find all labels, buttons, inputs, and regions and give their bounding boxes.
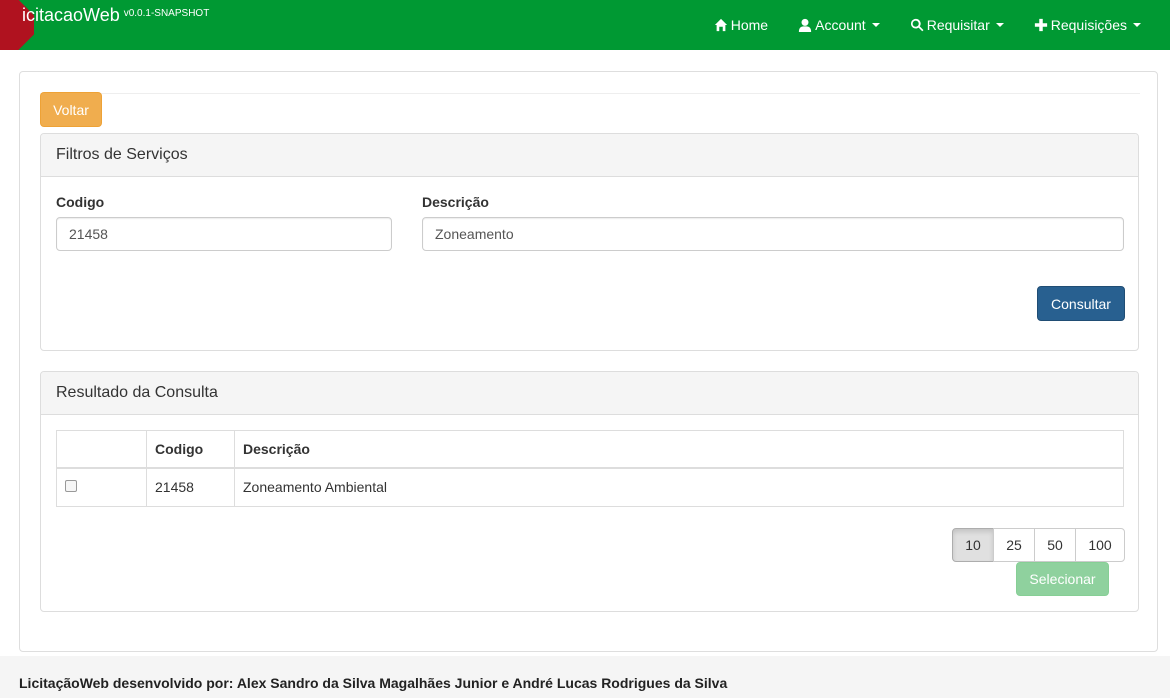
nav-home-label: Home	[730, 17, 769, 33]
results-table: Codigo Descrição 21458 Zoneamento Ambien…	[56, 430, 1124, 507]
row-select-cell	[56, 467, 147, 507]
nav-menu: Home Account Requisitar Requisições	[699, 0, 1156, 50]
nav-requisitar-label: Requisitar	[926, 17, 990, 33]
page-size-50[interactable]: 50	[1034, 528, 1076, 562]
plus-icon	[1034, 18, 1047, 32]
codigo-input[interactable]	[56, 217, 392, 251]
resultado-panel-title: Resultado da Consulta	[41, 372, 1138, 415]
chevron-down-icon	[995, 23, 1004, 27]
table-header-row: Codigo Descrição	[56, 430, 1124, 469]
consultar-button[interactable]: Consultar	[1037, 286, 1125, 321]
row-checkbox[interactable]	[65, 480, 77, 493]
resultado-panel: Resultado da Consulta Codigo Descrição 2…	[40, 371, 1139, 612]
page-size-10[interactable]: 10	[952, 528, 994, 562]
chevron-down-icon	[871, 23, 880, 27]
nav-requisicoes-label: Requisições	[1050, 17, 1127, 33]
codigo-label: Codigo	[56, 194, 105, 210]
page-size-selector: 10 25 50 100	[952, 528, 1125, 562]
row-descricao: Zoneamento Ambiental	[234, 467, 1124, 507]
brand-name[interactable]: icitacaoWeb	[22, 5, 120, 25]
nav-requisicoes[interactable]: Requisições	[1019, 0, 1156, 50]
selecionar-button[interactable]: Selecionar	[1016, 562, 1109, 596]
nav-account-label: Account	[815, 17, 866, 33]
brand-version: v0.0.1-SNAPSHOT	[123, 8, 210, 19]
descricao-label: Descrição	[422, 194, 489, 210]
column-header-codigo[interactable]: Codigo	[146, 430, 235, 469]
footer: LicitaçãoWeb desenvolvido por: Alex Sand…	[0, 656, 1170, 698]
nav-requisitar[interactable]: Requisitar	[895, 0, 1019, 50]
voltar-button[interactable]: Voltar	[40, 92, 102, 127]
page-size-25[interactable]: 25	[993, 528, 1035, 562]
search-icon	[910, 18, 924, 32]
home-icon	[714, 18, 727, 32]
nav-account[interactable]: Account	[783, 0, 895, 50]
column-header-select	[56, 430, 147, 469]
brand[interactable]: icitacaoWeb v0.0.1-SNAPSHOT	[22, 5, 209, 26]
footer-credits: LicitaçãoWeb desenvolvido por: Alex Sand…	[19, 675, 728, 691]
column-header-descricao[interactable]: Descrição	[234, 430, 1124, 469]
divider	[40, 93, 1140, 94]
descricao-input[interactable]	[422, 217, 1124, 251]
chevron-down-icon	[1133, 23, 1141, 27]
nav-home[interactable]: Home	[699, 0, 783, 50]
filtros-panel: Filtros de Serviços Codigo Descrição Con…	[40, 133, 1139, 351]
row-codigo: 21458	[146, 467, 235, 507]
filtros-panel-title: Filtros de Serviços	[41, 134, 1138, 177]
user-icon	[798, 18, 812, 32]
page-size-100[interactable]: 100	[1075, 528, 1125, 562]
table-row[interactable]: 21458 Zoneamento Ambiental	[56, 467, 1124, 507]
navbar: icitacaoWeb v0.0.1-SNAPSHOT Home Account …	[0, 0, 1170, 50]
main-container: Voltar Filtros de Serviços Codigo Descri…	[19, 71, 1158, 652]
